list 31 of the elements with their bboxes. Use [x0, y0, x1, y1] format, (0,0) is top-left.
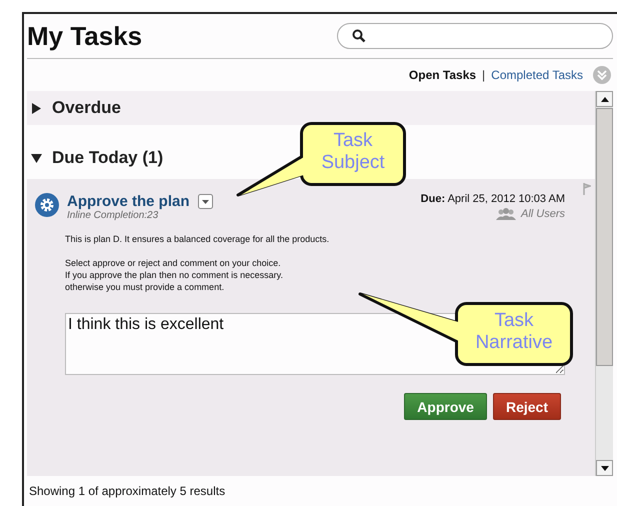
search-field[interactable] [337, 23, 613, 49]
section-header[interactable]: Overdue [27, 91, 595, 125]
callout-text: Task Subject [320, 130, 386, 174]
filter-tab[interactable]: Completed Tasks [491, 68, 583, 82]
filter-tab[interactable]: Open Tasks [408, 68, 476, 82]
reject-button[interactable]: Reject [492, 393, 561, 420]
task-narrative: Select approve or reject and comment on your choice. If you approve the plan then no comment is necessary. otherwise you must provide a comment. [65, 257, 284, 293]
gear-icon [35, 193, 59, 217]
section-title: Due Today (1) [52, 148, 164, 168]
chevron-down-icon[interactable] [593, 66, 611, 84]
task-narrative: This is plan D. It ensures a balanced coverage for all the products. [65, 233, 330, 245]
scrollbar[interactable] [595, 91, 613, 476]
section-title: Overdue [52, 98, 121, 118]
tab-separator: | [482, 68, 486, 82]
scroll-thumb[interactable] [596, 108, 613, 366]
page-title: My Tasks [27, 20, 142, 52]
task-subject-link[interactable]: Approve the plan [67, 193, 190, 210]
approve-button[interactable]: Approve [404, 393, 487, 420]
task-subtitle: Inline Completion:23 [67, 210, 160, 221]
scroll-down-icon[interactable] [600, 466, 608, 470]
callout-text: Task Narrative [474, 310, 554, 354]
scroll-up-icon[interactable] [600, 96, 608, 102]
dropdown-icon[interactable] [198, 194, 213, 209]
search-icon [352, 29, 366, 43]
users-icon [496, 208, 516, 220]
results-count: Showing 1 of approximately 5 results [28, 483, 226, 500]
triangle-down-icon [31, 152, 42, 164]
flag-icon [583, 183, 591, 195]
assignee: All Users [520, 208, 565, 220]
triangle-right-icon [31, 102, 42, 114]
due-date: Due: April 25, 2012 10:03 AM [420, 193, 565, 205]
